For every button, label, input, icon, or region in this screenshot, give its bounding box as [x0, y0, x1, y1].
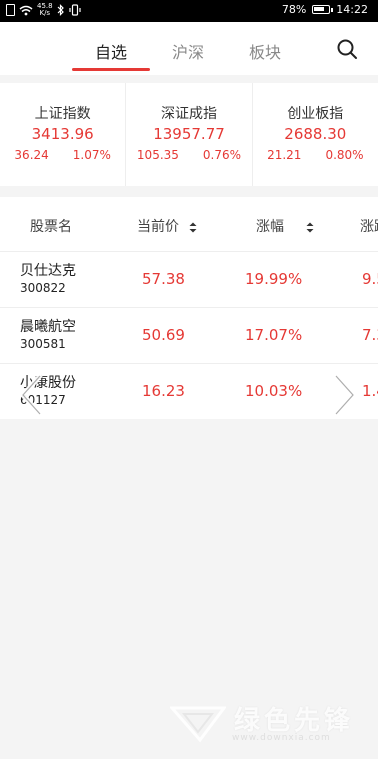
table-row[interactable]: 贝仕达克 300822 57.38 19.99% 9.56 [0, 252, 378, 308]
header-stock-name: 股票名 [30, 219, 72, 235]
index-value: 13957.77 [153, 125, 225, 143]
header-percent-change[interactable]: 涨幅 [256, 216, 314, 236]
index-change-percent: 0.80% [325, 148, 364, 162]
watermark-logo-icon [170, 706, 226, 743]
vibrate-icon [68, 4, 81, 16]
index-change: 36.24 [14, 148, 49, 162]
index-change-percent: 1.07% [72, 148, 111, 162]
table-header: 股票名 当前价 涨幅 涨跌 [0, 197, 378, 252]
network-speed: 45.8 K/s [37, 3, 53, 17]
index-change-percent: 0.76% [202, 148, 242, 162]
battery-icon [312, 5, 334, 14]
network-speed-unit: K/s [39, 9, 51, 17]
stock-name: 贝仕达克 [20, 263, 76, 279]
index-value: 2688.30 [284, 125, 347, 143]
stock-price: 57.38 [142, 270, 185, 288]
chevron-right-icon[interactable] [330, 372, 360, 418]
stock-change: 1.48 [362, 382, 378, 400]
tab-shanghai-shenzhen[interactable]: 沪深 [172, 39, 204, 63]
stock-code: 300581 [20, 337, 66, 351]
sort-icon [189, 222, 197, 232]
tab-watchlist[interactable]: 自选 [95, 39, 127, 63]
table-row[interactable]: 晨曦航空 300581 50.69 17.07% 7.39 [0, 308, 378, 364]
tab-sectors[interactable]: 板块 [249, 39, 281, 63]
market-indices-panel: 上证指数 3413.96 36.24 1.07% 深证成指 13957.77 1… [0, 83, 378, 186]
stock-code: 300822 [20, 281, 66, 295]
header-percent-change-label: 涨幅 [256, 219, 284, 235]
watermark-url: www.downxia.com [232, 733, 331, 743]
index-change: 21.21 [267, 148, 302, 162]
watchlist-table: 股票名 当前价 涨幅 涨跌 贝仕达克 300822 57.38 19.99% 9… [0, 197, 378, 419]
table-row[interactable]: 小康股份 601127 16.23 10.03% 1.48 [0, 364, 378, 419]
top-navigation: 自选 沪深 板块 [0, 22, 378, 75]
clock: 14:22 [336, 3, 368, 16]
stock-change: 9.56 [362, 270, 378, 288]
watermark-text: 绿色先锋 [234, 706, 355, 736]
index-name: 创业板指 [287, 106, 344, 122]
header-change[interactable]: 涨跌 [360, 216, 378, 236]
stock-price: 16.23 [142, 382, 185, 400]
sort-icon [306, 222, 314, 232]
stock-name: 晨曦航空 [20, 319, 76, 335]
stock-percent-change: 10.03% [245, 382, 303, 400]
index-name: 深证成指 [160, 106, 217, 122]
bluetooth-icon [57, 4, 64, 16]
stock-percent-change: 17.07% [245, 326, 303, 344]
status-bar: 45.8 K/s 78% 14:22 [0, 0, 378, 22]
index-card-shenzhen[interactable]: 深证成指 13957.77 105.35 0.76% [125, 83, 251, 186]
index-name: 上证指数 [34, 106, 91, 122]
battery-percent: 78% [281, 3, 307, 16]
search-icon[interactable] [336, 38, 358, 60]
chevron-left-icon[interactable] [16, 372, 46, 418]
index-value: 3413.96 [31, 125, 94, 143]
stock-percent-change: 19.99% [245, 270, 303, 288]
active-tab-indicator [72, 68, 150, 71]
header-current-price-label: 当前价 [137, 219, 179, 235]
stock-change: 7.39 [362, 326, 378, 344]
wifi-icon [19, 5, 33, 15]
index-card-shanghai[interactable]: 上证指数 3413.96 36.24 1.07% [0, 83, 125, 186]
stock-price: 50.69 [142, 326, 185, 344]
index-change: 105.35 [136, 148, 179, 162]
index-card-chinext[interactable]: 创业板指 2688.30 21.21 0.80% [251, 83, 378, 186]
sim-card-icon [6, 4, 15, 16]
header-current-price[interactable]: 当前价 [137, 216, 197, 236]
